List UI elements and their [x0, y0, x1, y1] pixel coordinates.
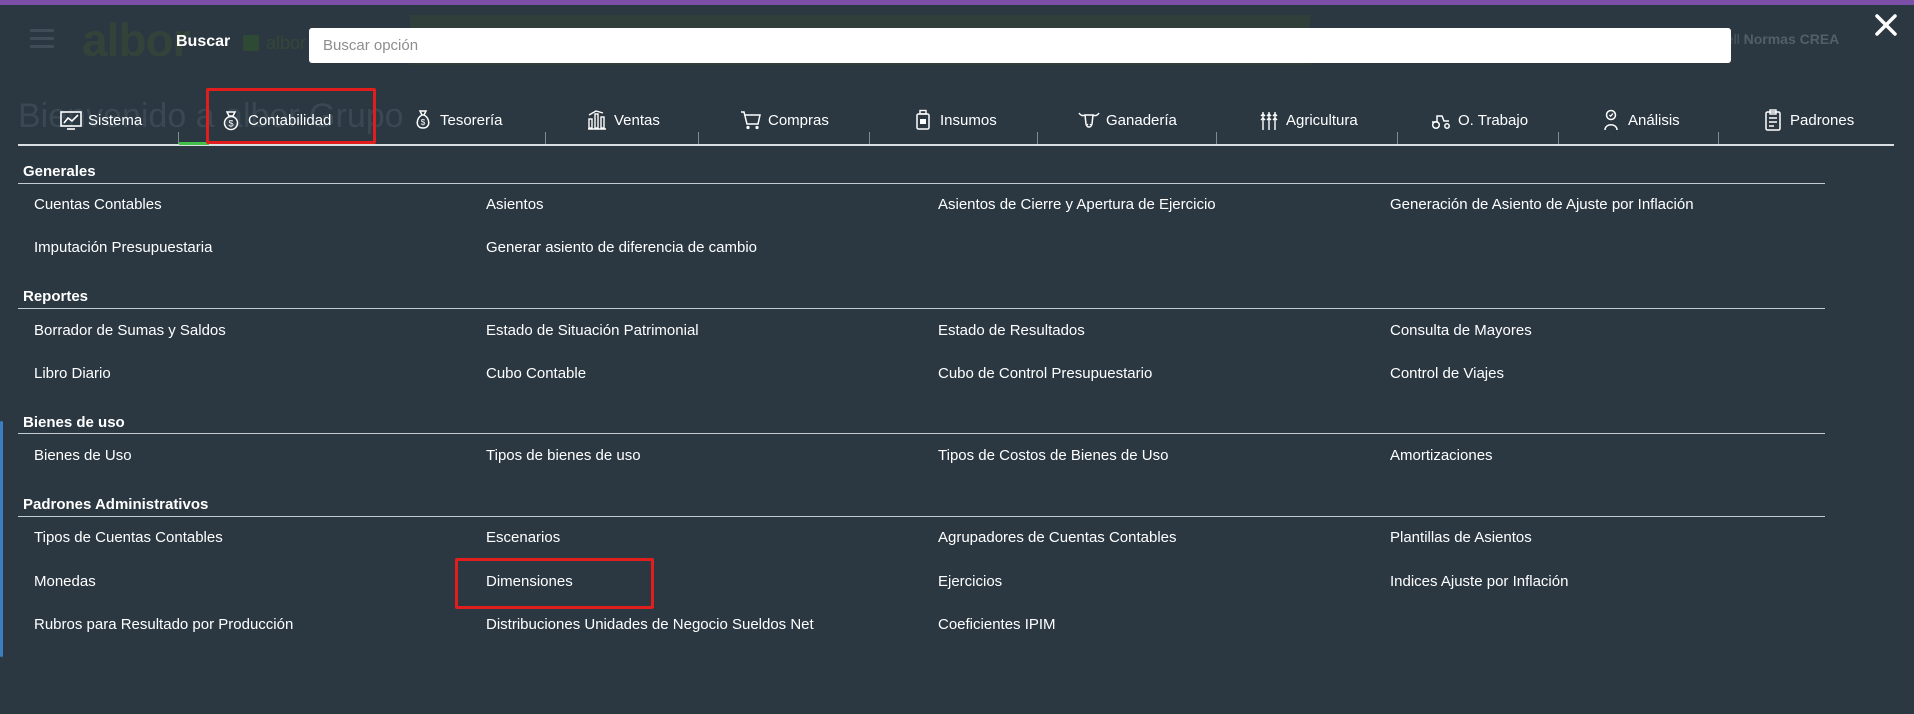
- tab-compras[interactable]: Compras: [738, 96, 829, 144]
- section-divider: [18, 433, 1825, 434]
- analysis-person-icon: [1598, 107, 1624, 133]
- menu-item-bienes-de-uso[interactable]: Bienes de Uso: [34, 447, 132, 464]
- background-brand: albor: [266, 33, 307, 53]
- bottle-icon: [910, 107, 936, 133]
- search-label: Buscar: [176, 33, 231, 50]
- menu-item-rubros-resultado-produccion[interactable]: Rubros para Resultado por Producción: [34, 616, 293, 633]
- background-left-edge: [0, 421, 3, 657]
- money-sack-icon: $: [410, 107, 436, 133]
- menu-item-plantillas-asientos[interactable]: Plantillas de Asientos: [1390, 529, 1532, 546]
- tab-label: Análisis: [1628, 111, 1680, 129]
- menu-item-distribuciones-sueldos-net[interactable]: Distribuciones Unidades de Negocio Sueld…: [486, 616, 814, 633]
- active-tab-indicator: [179, 142, 209, 145]
- menu-item-cubo-control-presupuestario[interactable]: Cubo de Control Presupuestario: [938, 365, 1152, 382]
- menu-item-estado-resultados[interactable]: Estado de Resultados: [938, 322, 1085, 339]
- menu-item-asientos-cierre-apertura[interactable]: Asientos de Cierre y Apertura de Ejercic…: [938, 196, 1216, 213]
- svg-text:$: $: [421, 118, 426, 127]
- tab-padrones[interactable]: Padrones: [1760, 96, 1854, 144]
- tab-ventas[interactable]: Ventas: [584, 96, 660, 144]
- tab-separator: [374, 132, 375, 144]
- tractor-icon: [1428, 107, 1454, 133]
- tab-separator: [1216, 132, 1217, 144]
- chart-monitor-icon: [58, 107, 84, 133]
- tab-agricultura[interactable]: Agricultura: [1256, 96, 1358, 144]
- svg-text:$: $: [228, 119, 233, 129]
- background-logo: albor: [82, 14, 190, 66]
- tab-separator: [1037, 132, 1038, 144]
- menu-item-situacion-patrimonial[interactable]: Estado de Situación Patrimonial: [486, 322, 699, 339]
- wheat-icon: [1256, 107, 1282, 133]
- tab-o-trabajo[interactable]: O. Trabajo: [1428, 96, 1528, 144]
- menu-item-ejercicios[interactable]: Ejercicios: [938, 573, 1002, 590]
- tab-label: Ganadería: [1106, 111, 1177, 129]
- tab-separator: [1558, 132, 1559, 144]
- menu-item-agrupadores-cuentas[interactable]: Agrupadores de Cuentas Contables: [938, 529, 1177, 546]
- menu-item-escenarios[interactable]: Escenarios: [486, 529, 560, 546]
- tab-label: Compras: [768, 111, 829, 129]
- module-tabs: Sistema $ Contabilidad $ Tesorería Venta…: [18, 96, 1894, 146]
- section-divider: [18, 183, 1825, 184]
- menu-item-tipos-costos-bienes-uso[interactable]: Tipos de Costos de Bienes de Uso: [938, 447, 1168, 464]
- tab-separator: [545, 132, 546, 144]
- tab-separator: [1397, 132, 1398, 144]
- section-title-reportes: Reportes: [23, 288, 89, 305]
- cart-icon: [738, 107, 764, 133]
- tab-sistema[interactable]: Sistema: [58, 96, 142, 144]
- money-bag-icon: $: [218, 107, 244, 133]
- menu-item-cubo-contable[interactable]: Cubo Contable: [486, 365, 586, 382]
- tab-tesoreria[interactable]: $ Tesorería: [410, 96, 503, 144]
- menu-item-ajuste-inflacion[interactable]: Generación de Asiento de Ajuste por Infl…: [1390, 196, 1694, 213]
- tab-label: Insumos: [940, 111, 997, 129]
- menu-item-dimensiones[interactable]: Dimensiones: [486, 573, 573, 590]
- tab-separator: [698, 132, 699, 144]
- tab-separator: [869, 132, 870, 144]
- menu-item-monedas[interactable]: Monedas: [34, 573, 96, 590]
- tab-label: Padrones: [1790, 111, 1855, 129]
- tab-separator: [1718, 132, 1719, 144]
- section-divider: [18, 516, 1825, 517]
- tab-label: O. Trabajo: [1458, 111, 1529, 129]
- tab-ganaderia[interactable]: Ganadería: [1076, 96, 1177, 144]
- tab-label: Tesorería: [440, 111, 503, 129]
- close-icon[interactable]: [1873, 12, 1899, 38]
- section-title-bienes-de-uso: Bienes de uso: [23, 414, 125, 431]
- menu-item-coeficientes-ipim[interactable]: Coeficientes IPIM: [938, 616, 1056, 633]
- menu-item-control-viajes[interactable]: Control de Viajes: [1390, 365, 1504, 382]
- tab-label: Ventas: [614, 111, 660, 129]
- org-name: Normas CREA: [1743, 31, 1840, 47]
- tab-label: Sistema: [88, 111, 143, 129]
- hamburger-menu-icon: [30, 29, 54, 51]
- cow-icon: [1076, 107, 1102, 133]
- tab-contabilidad[interactable]: $ Contabilidad: [218, 96, 331, 144]
- tab-analisis[interactable]: Análisis: [1598, 96, 1680, 144]
- menu-item-borrador-sumas-saldos[interactable]: Borrador de Sumas y Saldos: [34, 322, 226, 339]
- menu-item-tipos-bienes-uso[interactable]: Tipos de bienes de uso: [486, 447, 641, 464]
- search-input[interactable]: [309, 28, 1731, 63]
- menu-item-cuentas-contables[interactable]: Cuentas Contables: [34, 196, 162, 213]
- brand-icon: [243, 35, 259, 51]
- menu-item-asientos[interactable]: Asientos: [486, 196, 544, 213]
- menu-item-libro-diario[interactable]: Libro Diario: [34, 365, 111, 382]
- bar-chart-icon: [584, 107, 610, 133]
- section-title-generales: Generales: [23, 163, 96, 180]
- menu-item-consulta-mayores[interactable]: Consulta de Mayores: [1390, 322, 1532, 339]
- menu-item-imputacion-presupuestaria[interactable]: Imputación Presupuestaria: [34, 239, 212, 256]
- section-title-padrones-administrativos: Padrones Administrativos: [23, 496, 209, 513]
- tab-insumos[interactable]: Insumos: [910, 96, 997, 144]
- tab-label: Contabilidad: [248, 111, 332, 129]
- menu-item-indices-ajuste-inflacion[interactable]: Indices Ajuste por Inflación: [1390, 573, 1568, 590]
- menu-item-diferencia-cambio[interactable]: Generar asiento de diferencia de cambio: [486, 239, 757, 256]
- menu-item-tipos-cuentas-contables[interactable]: Tipos de Cuentas Contables: [34, 529, 223, 546]
- clipboard-icon: [1760, 107, 1786, 133]
- menu-item-amortizaciones[interactable]: Amortizaciones: [1390, 447, 1493, 464]
- section-divider: [18, 308, 1825, 309]
- tab-label: Agricultura: [1286, 111, 1358, 129]
